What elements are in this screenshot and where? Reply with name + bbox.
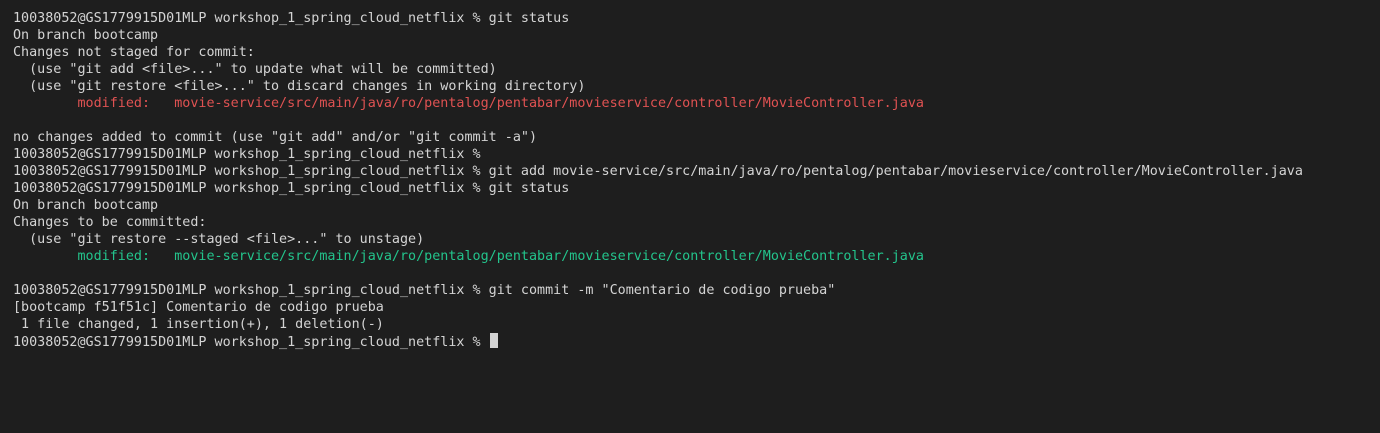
prompt-line: 10038052@GS1779915D01MLP workshop_1_spri… <box>13 146 1380 163</box>
output-line: modified: movie-service/src/main/java/ro… <box>13 248 1380 265</box>
output-line: no changes added to commit (use "git add… <box>13 129 1380 146</box>
prompt-line: 10038052@GS1779915D01MLP workshop_1_spri… <box>13 333 1380 350</box>
prompt-line: 10038052@GS1779915D01MLP workshop_1_spri… <box>13 163 1380 180</box>
line-text: (use "git restore --staged <file>..." to… <box>13 232 425 247</box>
cursor-block <box>489 333 498 348</box>
line-text: Changes to be committed: <box>13 215 207 230</box>
output-line: (use "git restore <file>..." to discard … <box>13 78 1380 95</box>
line-text: 10038052@GS1779915D01MLP workshop_1_spri… <box>13 164 1303 179</box>
line-text: 10038052@GS1779915D01MLP workshop_1_spri… <box>13 181 570 196</box>
line-text: Changes not staged for commit: <box>13 45 255 60</box>
prompt-line: 10038052@GS1779915D01MLP workshop_1_spri… <box>13 282 1380 299</box>
output-line: Changes not staged for commit: <box>13 44 1380 61</box>
line-text: [bootcamp f51f51c] Comentario de codigo … <box>13 300 384 315</box>
modified-file-text: modified: movie-service/src/main/java/ro… <box>13 96 924 111</box>
output-line: (use "git restore --staged <file>..." to… <box>13 231 1380 248</box>
line-text: On branch bootcamp <box>13 28 159 43</box>
line-text: (use "git add <file>..." to update what … <box>13 62 497 77</box>
line-text: 10038052@GS1779915D01MLP workshop_1_spri… <box>13 147 481 162</box>
terminal-output: 10038052@GS1779915D01MLP workshop_1_spri… <box>13 10 1380 350</box>
line-text: 1 file changed, 1 insertion(+), 1 deleti… <box>13 317 384 332</box>
line-text: 10038052@GS1779915D01MLP workshop_1_spri… <box>13 283 836 298</box>
terminal-window[interactable]: 10038052@GS1779915D01MLP workshop_1_spri… <box>0 0 1380 433</box>
output-line: [bootcamp f51f51c] Comentario de codigo … <box>13 299 1380 316</box>
output-line: modified: movie-service/src/main/java/ro… <box>13 95 1380 112</box>
line-text: 10038052@GS1779915D01MLP workshop_1_spri… <box>13 335 489 350</box>
line-text: On branch bootcamp <box>13 198 159 213</box>
output-line: Changes to be committed: <box>13 214 1380 231</box>
line-text: no changes added to commit (use "git add… <box>13 130 538 145</box>
line-text: (use "git restore <file>..." to discard … <box>13 79 586 94</box>
output-line: On branch bootcamp <box>13 27 1380 44</box>
output-line: (use "git add <file>..." to update what … <box>13 61 1380 78</box>
line-text: 10038052@GS1779915D01MLP workshop_1_spri… <box>13 11 570 26</box>
output-line: On branch bootcamp <box>13 197 1380 214</box>
prompt-line: 10038052@GS1779915D01MLP workshop_1_spri… <box>13 180 1380 197</box>
prompt-line: 10038052@GS1779915D01MLP workshop_1_spri… <box>13 10 1380 27</box>
modified-file-text: modified: movie-service/src/main/java/ro… <box>13 249 924 264</box>
output-line: 1 file changed, 1 insertion(+), 1 deleti… <box>13 316 1380 333</box>
